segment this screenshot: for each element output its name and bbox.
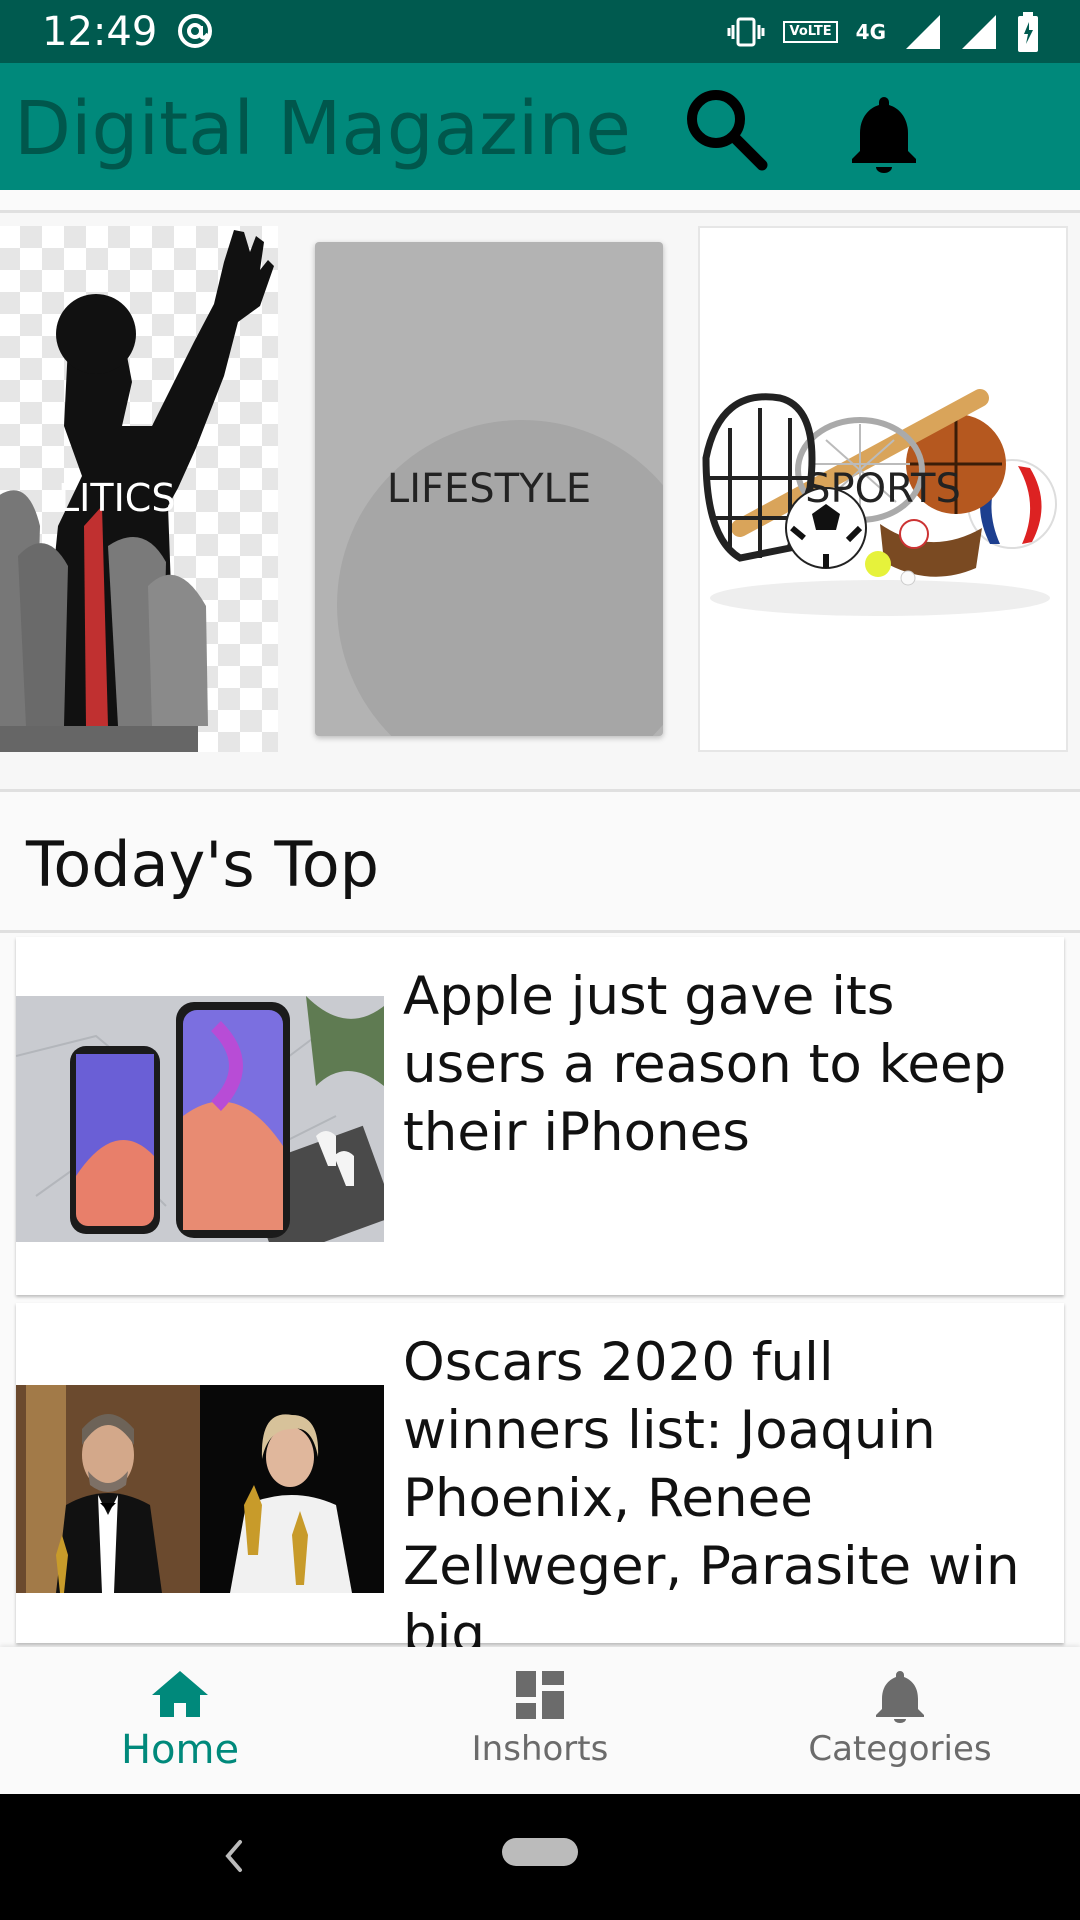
bottom-navigation: Home Inshorts Categories xyxy=(0,1647,1080,1794)
category-label-politics: LITICS xyxy=(58,476,176,520)
bell-icon xyxy=(876,1671,924,1723)
status-icons: VoLTE 4G xyxy=(727,10,1040,54)
category-carousel[interactable]: LITICS LIFESTYLE SPORTS xyxy=(0,210,1080,792)
category-card-politics[interactable]: LITICS xyxy=(0,226,278,752)
section-divider xyxy=(0,930,1080,933)
status-time: 12:49 xyxy=(42,9,158,55)
news-card[interactable]: Apple just gave its users a reason to ke… xyxy=(16,937,1064,1295)
nav-item-categories[interactable]: Categories xyxy=(720,1647,1080,1794)
bell-icon[interactable] xyxy=(844,93,924,173)
system-navigation-bar xyxy=(0,1794,1080,1920)
home-icon xyxy=(152,1671,208,1717)
app-bar: Digital Magazine xyxy=(0,63,1080,190)
nav-item-inshorts[interactable]: Inshorts xyxy=(360,1647,720,1794)
search-icon[interactable] xyxy=(680,83,770,173)
category-label-lifestyle: LIFESTYLE xyxy=(386,466,592,512)
nav-label-inshorts: Inshorts xyxy=(471,1729,609,1769)
news-headline[interactable]: Oscars 2020 full winners list: Joaquin P… xyxy=(403,1329,1053,1669)
volte-badge: VoLTE xyxy=(783,21,838,43)
signal-icon-2 xyxy=(962,15,996,49)
nav-item-home[interactable]: Home xyxy=(0,1647,360,1794)
home-pill-button[interactable] xyxy=(502,1838,578,1866)
nav-label-home: Home xyxy=(120,1727,240,1773)
category-card-lifestyle[interactable]: LIFESTYLE xyxy=(315,242,663,736)
news-thumbnail xyxy=(16,996,384,1242)
iphones-image xyxy=(16,996,384,1242)
nav-label-categories: Categories xyxy=(808,1729,992,1769)
news-headline[interactable]: Apple just gave its users a reason to ke… xyxy=(403,963,1053,1167)
section-title: Today's Top xyxy=(26,828,379,901)
back-icon[interactable] xyxy=(218,1832,250,1880)
news-thumbnail xyxy=(16,1385,384,1593)
vibrate-icon xyxy=(727,17,765,47)
category-card-sports[interactable]: SPORTS xyxy=(698,226,1068,752)
category-label-sports: SPORTS xyxy=(805,466,961,512)
at-sign-icon xyxy=(178,14,212,48)
status-bar: 12:49 VoLTE 4G xyxy=(0,0,1080,63)
dashboard-icon xyxy=(516,1671,564,1719)
network-type: 4G xyxy=(855,20,886,44)
app-title: Digital Magazine xyxy=(14,86,631,172)
oscar-winners-image xyxy=(16,1385,384,1593)
battery-icon xyxy=(1018,12,1038,52)
signal-icon xyxy=(906,15,940,49)
news-card[interactable]: Oscars 2020 full winners list: Joaquin P… xyxy=(16,1303,1064,1665)
